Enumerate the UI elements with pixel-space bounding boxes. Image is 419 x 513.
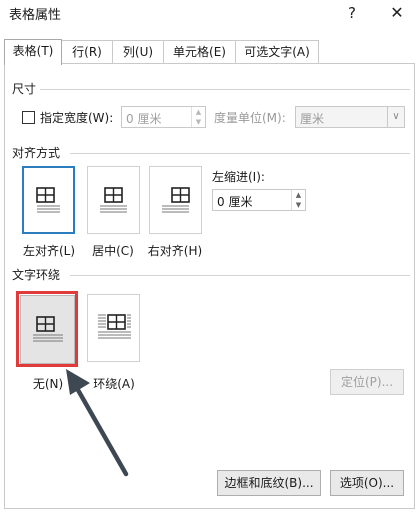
annotation-arrow-icon — [66, 369, 129, 477]
tab-table[interactable]: 表格(T) — [4, 39, 62, 65]
